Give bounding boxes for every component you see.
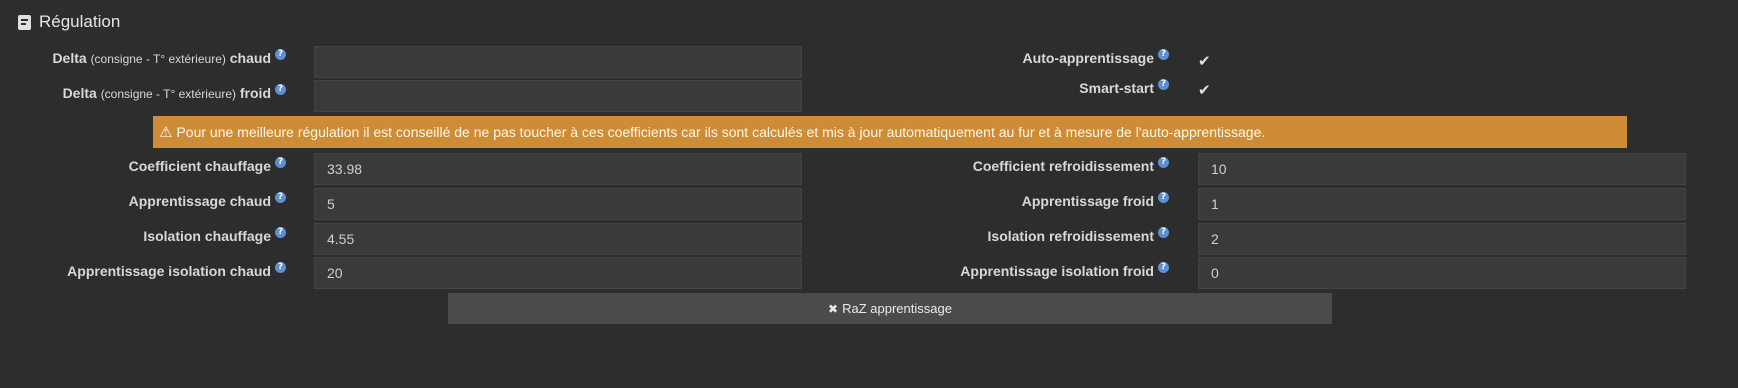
- help-icon[interactable]: ?: [1158, 227, 1169, 238]
- delta-hot-label-small: (consigne - T° extérieure): [90, 52, 226, 66]
- learn-cold-label: Apprentissage froid?: [1022, 192, 1169, 209]
- delta-hot-input[interactable]: [314, 46, 802, 78]
- reset-learning-label: RaZ apprentissage: [842, 301, 952, 316]
- help-icon[interactable]: ?: [1158, 192, 1169, 203]
- learn-cold-label-text: Apprentissage froid: [1021, 193, 1154, 209]
- coef-heat-label-text: Coefficient chauffage: [128, 158, 271, 174]
- delta-cold-input[interactable]: [314, 80, 802, 112]
- learn-hot-label-text: Apprentissage chaud: [128, 193, 271, 209]
- coef-cool-label-text: Coefficient refroidissement: [972, 158, 1154, 174]
- learn-insul-cold-label-text: Apprentissage isolation froid: [960, 263, 1154, 279]
- help-icon[interactable]: ?: [1158, 79, 1169, 90]
- help-icon[interactable]: ?: [1158, 157, 1169, 168]
- learn-insul-hot-label: Apprentissage isolation chaud?: [67, 262, 286, 279]
- insul-heat-label: Isolation chauffage?: [143, 227, 286, 244]
- insul-heat-input[interactable]: 4.55: [314, 223, 802, 255]
- insul-cool-label: Isolation refroidissement?: [988, 227, 1169, 244]
- warning-banner: ⚠ Pour une meilleure régulation il est c…: [153, 116, 1627, 148]
- coef-heat-input[interactable]: 33.98: [314, 153, 802, 185]
- section-header: Régulation: [18, 11, 120, 33]
- delta-cold-label-small: (consigne - T° extérieure): [100, 87, 236, 101]
- section-title: Régulation: [39, 12, 121, 31]
- delta-hot-label: Delta (consigne - T° extérieure) chaud?: [52, 49, 286, 66]
- learn-hot-label: Apprentissage chaud?: [129, 192, 286, 209]
- learn-insul-cold-label: Apprentissage isolation froid?: [960, 262, 1169, 279]
- smart-start-checkbox[interactable]: ✔: [1198, 83, 1212, 98]
- close-icon: ✖: [828, 301, 839, 316]
- help-icon[interactable]: ?: [1158, 262, 1169, 273]
- learn-insul-hot-input[interactable]: 20: [314, 257, 802, 289]
- warning-text: Pour une meilleure régulation il est con…: [176, 124, 1266, 140]
- learn-cold-input[interactable]: 1: [1198, 188, 1686, 220]
- document-icon: [18, 14, 31, 30]
- learn-insul-hot-label-text: Apprentissage isolation chaud: [67, 263, 271, 279]
- delta-cold-label-post: froid: [236, 85, 271, 101]
- help-icon[interactable]: ?: [275, 157, 286, 168]
- help-icon[interactable]: ?: [275, 49, 286, 60]
- delta-hot-label-pre: Delta: [52, 50, 91, 66]
- coef-heat-label: Coefficient chauffage?: [129, 157, 286, 174]
- help-icon[interactable]: ?: [275, 262, 286, 273]
- help-icon[interactable]: ?: [1158, 49, 1169, 60]
- auto-learning-label: Auto-apprentissage?: [1023, 49, 1169, 66]
- auto-learning-checkbox[interactable]: ✔: [1198, 54, 1212, 69]
- smart-start-label-text: Smart-start: [1079, 80, 1154, 96]
- reset-learning-button[interactable]: ✖ RaZ apprentissage: [448, 293, 1332, 324]
- warning-icon: ⚠: [159, 123, 173, 141]
- coef-cool-label: Coefficient refroidissement?: [973, 157, 1169, 174]
- help-icon[interactable]: ?: [275, 84, 286, 95]
- smart-start-label: Smart-start?: [1079, 79, 1169, 96]
- insul-heat-label-text: Isolation chauffage: [143, 228, 271, 244]
- coef-cool-input[interactable]: 10: [1198, 153, 1686, 185]
- learn-insul-cold-input[interactable]: 0: [1198, 257, 1686, 289]
- delta-cold-label-pre: Delta: [62, 85, 101, 101]
- insul-cool-input[interactable]: 2: [1198, 223, 1686, 255]
- insul-cool-label-text: Isolation refroidissement: [987, 228, 1154, 244]
- help-icon[interactable]: ?: [275, 227, 286, 238]
- help-icon[interactable]: ?: [275, 192, 286, 203]
- delta-cold-label: Delta (consigne - T° extérieure) froid?: [63, 84, 286, 101]
- auto-learning-label-text: Auto-apprentissage: [1022, 50, 1154, 66]
- learn-hot-input[interactable]: 5: [314, 188, 802, 220]
- delta-hot-label-post: chaud: [225, 50, 271, 66]
